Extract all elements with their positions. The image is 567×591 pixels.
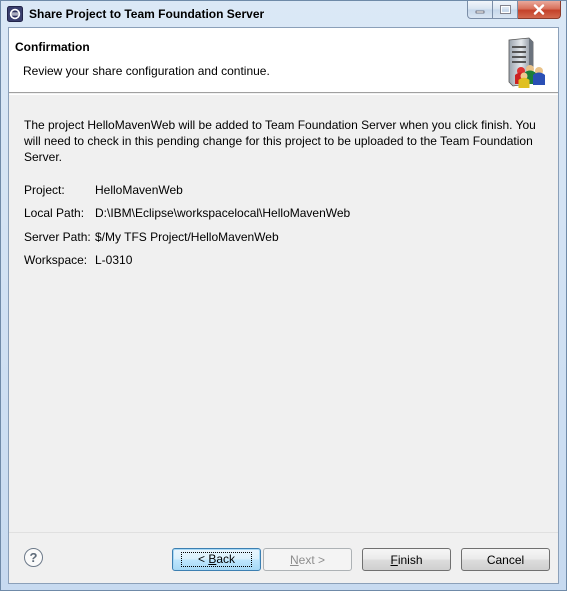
title-bar[interactable]: Share Project to Team Foundation Server [1, 1, 566, 27]
back-button-label: < Back [180, 552, 253, 567]
workspace-label: Workspace: [24, 253, 88, 267]
cancel-button[interactable]: Cancel [461, 548, 550, 571]
server-path-value: $/My TFS Project/HelloMavenWeb [95, 230, 279, 244]
close-button[interactable] [518, 1, 561, 19]
finish-button[interactable]: Finish [362, 548, 451, 571]
info-message: The project HelloMavenWeb will be added … [24, 118, 536, 164]
next-button[interactable]: Next > [263, 548, 352, 571]
dialog-client-area: Confirmation Review your share configura… [8, 27, 559, 584]
help-icon: ? [29, 550, 38, 565]
next-button-label: Next > [289, 552, 326, 567]
maximize-icon [499, 5, 511, 14]
close-icon [533, 4, 545, 15]
page-subtitle: Review your share configuration and cont… [23, 64, 270, 78]
back-button[interactable]: < Back [172, 548, 261, 571]
finish-button-label: Finish [390, 552, 423, 567]
project-label: Project: [24, 183, 65, 197]
workspace-value: L-0310 [95, 253, 133, 267]
window-controls [467, 1, 561, 19]
minimize-icon [475, 10, 485, 13]
server-path-label: Server Path: [24, 230, 91, 244]
header-banner: Confirmation Review your share configura… [9, 28, 558, 93]
page-title: Confirmation [15, 40, 90, 54]
dialog-window: Share Project to Team Foundation Server … [0, 0, 567, 591]
help-button[interactable]: ? [24, 548, 43, 567]
local-path-label: Local Path: [24, 206, 85, 220]
eclipse-icon [7, 6, 23, 22]
minimize-button[interactable] [467, 1, 493, 19]
banner-separator [9, 94, 558, 95]
server-users-icon [508, 37, 545, 88]
maximize-button[interactable] [493, 1, 518, 19]
project-value: HelloMavenWeb [95, 183, 183, 197]
window-title: Share Project to Team Foundation Server [29, 7, 265, 21]
local-path-value: D:\IBM\Eclipse\workspacelocal\HelloMaven… [95, 206, 351, 220]
button-area-divider [9, 532, 558, 533]
